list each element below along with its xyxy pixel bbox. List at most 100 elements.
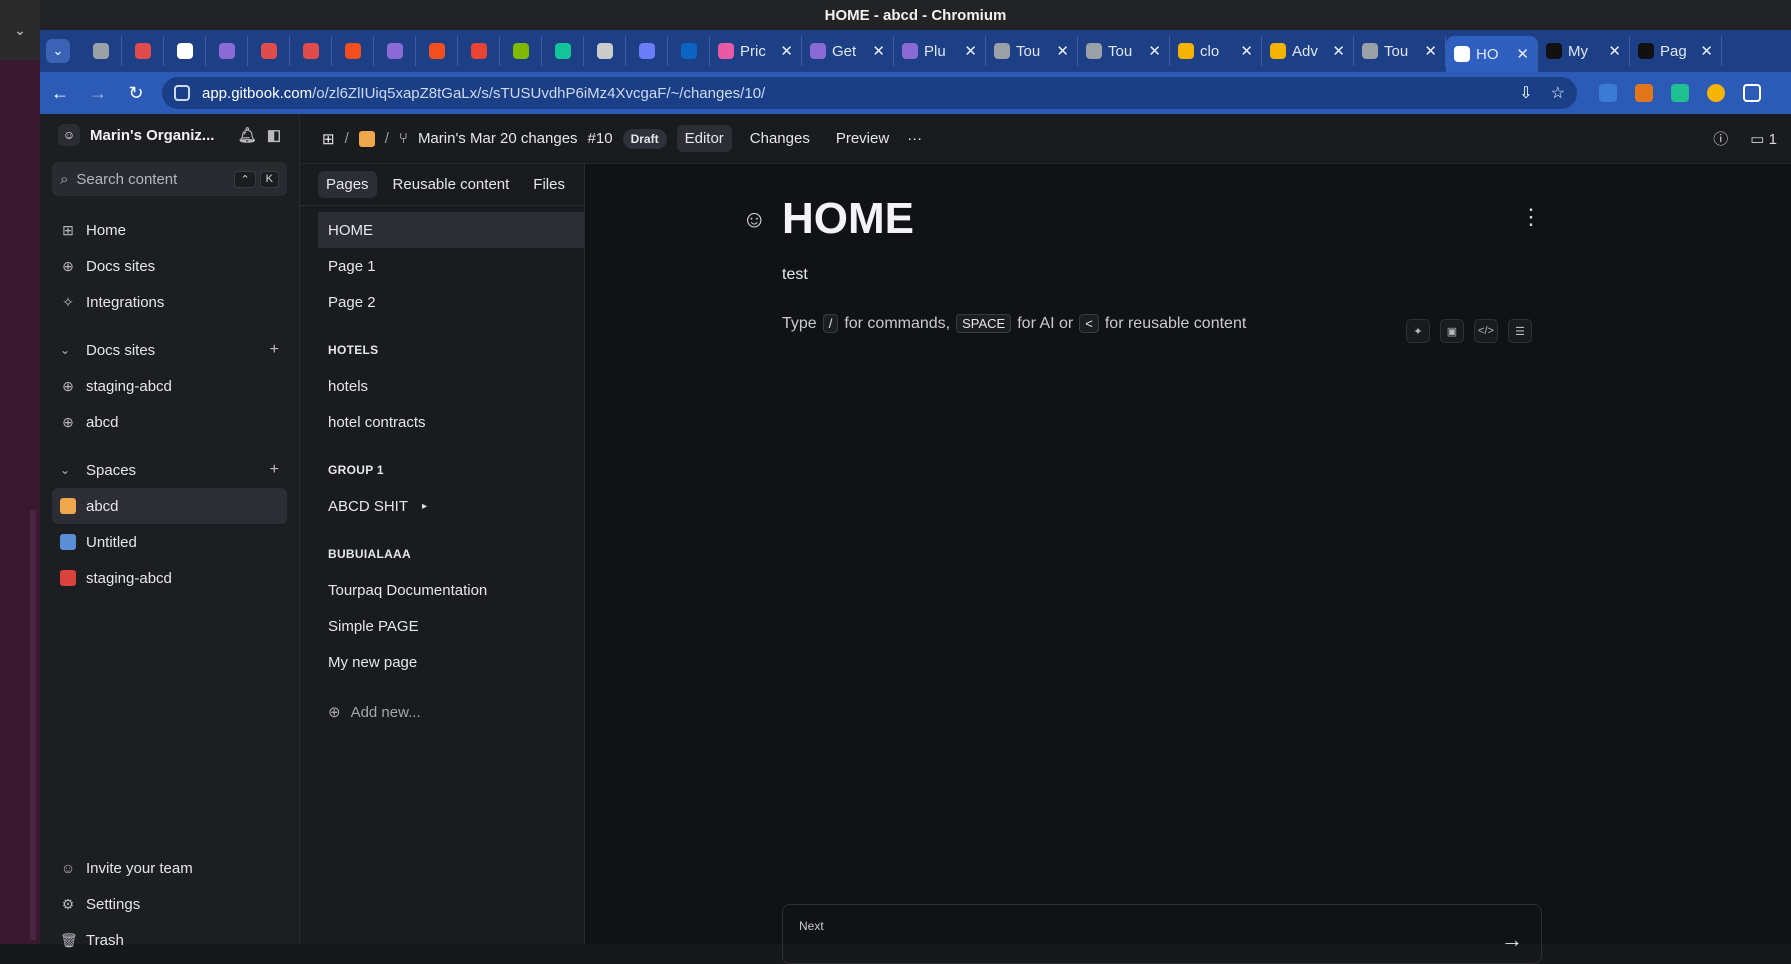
back-icon[interactable]: ← [48, 83, 72, 104]
browser-tab[interactable] [122, 36, 164, 66]
browser-tab[interactable]: Tou ✕ [1078, 36, 1170, 66]
browser-tab[interactable]: HO ✕ [1446, 36, 1538, 72]
page-item[interactable]: Tourpaq Documentation [300, 572, 584, 608]
browser-tab[interactable]: clo ✕ [1170, 36, 1262, 66]
browser-tab[interactable]: Tou ✕ [986, 36, 1078, 66]
caret-right-icon[interactable]: ▸ [422, 501, 427, 512]
spaces-section[interactable]: ⌄ Spaces + [52, 452, 287, 488]
sidebar-item-space[interactable]: staging-abcd [52, 560, 287, 596]
browser-tab[interactable]: My ✕ [1538, 36, 1630, 66]
metamask-icon[interactable] [1635, 84, 1653, 102]
search-input[interactable]: ⌕ Search content ⌃ K [52, 162, 287, 196]
page-description[interactable]: test [782, 266, 1542, 284]
browser-tab[interactable] [374, 36, 416, 66]
browser-tab[interactable] [458, 36, 500, 66]
sidebar-item-docs-site[interactable]: ⊕ abcd [52, 404, 287, 440]
page-item[interactable]: hotel contracts [300, 404, 584, 440]
browser-tab[interactable]: Tou ✕ [1354, 36, 1446, 66]
sidebar-item-space[interactable]: Untitled [52, 524, 287, 560]
tab-close-icon[interactable]: ✕ [1056, 42, 1069, 60]
code-icon[interactable]: </> [1474, 319, 1498, 343]
page-item[interactable]: Simple PAGE [300, 608, 584, 644]
bookmark-star-icon[interactable]: ☆ [1551, 83, 1565, 103]
site-info-icon[interactable] [174, 85, 190, 101]
tab-files[interactable]: Files [525, 171, 573, 198]
tab-close-icon[interactable]: ✕ [1148, 42, 1161, 60]
browser-tab[interactable] [248, 36, 290, 66]
browser-tab[interactable] [584, 36, 626, 66]
more-icon[interactable]: ··· [907, 130, 922, 147]
site-icon[interactable]: ⊞ [322, 130, 335, 148]
tab-close-icon[interactable]: ✕ [872, 42, 885, 60]
page-item[interactable]: Page 1 [300, 248, 584, 284]
list-icon[interactable]: ☰ [1508, 319, 1532, 343]
org-switcher[interactable]: ☺ Marin's Organiz... 🔔︎ ◧ [52, 114, 287, 156]
install-app-icon[interactable]: ⇩ [1519, 83, 1532, 103]
browser-tab[interactable] [290, 36, 332, 66]
space-icon[interactable] [358, 130, 375, 147]
browser-tab[interactable] [164, 36, 206, 66]
url-field[interactable]: app.gitbook.com/o/zl6ZlIUiq5xapZ8tGaLx/s… [162, 77, 1577, 109]
add-icon[interactable]: + [270, 341, 279, 359]
change-request-title[interactable]: Marin's Mar 20 changes [418, 130, 578, 147]
tab-close-icon[interactable]: ✕ [964, 42, 977, 60]
browser-tab[interactable] [500, 36, 542, 66]
sidebar-item-docs-site[interactable]: ⊕ staging-abcd [52, 368, 287, 404]
extension-icon[interactable] [1671, 84, 1689, 102]
dark-mode-icon[interactable] [1707, 84, 1725, 102]
invite-team-button[interactable]: ☺ Invite your team [52, 850, 287, 886]
sidebar-item-integrations[interactable]: ✧ Integrations [52, 284, 287, 320]
puzzle-icon[interactable] [1743, 84, 1761, 102]
bell-icon[interactable]: 🔔︎ [238, 126, 257, 144]
react-devtools-icon[interactable] [1599, 84, 1617, 102]
tab-close-icon[interactable]: ✕ [1516, 45, 1529, 63]
browser-tab[interactable] [206, 36, 248, 66]
add-icon[interactable]: + [270, 461, 279, 479]
tab-close-icon[interactable]: ✕ [1332, 42, 1345, 60]
page-item[interactable]: ABCD SHIT ▸ [300, 488, 584, 524]
page-item[interactable]: hotels [300, 368, 584, 404]
comments-button[interactable]: ▭ 1 [1750, 130, 1777, 148]
browser-tab[interactable] [626, 36, 668, 66]
os-menu-chevron-icon[interactable]: ⌄ [0, 0, 40, 60]
reload-icon[interactable]: ↻ [124, 83, 148, 104]
tab-reusable-content[interactable]: Reusable content [385, 171, 518, 198]
browser-tab[interactable]: Plu ✕ [894, 36, 986, 66]
browser-tab[interactable] [542, 36, 584, 66]
settings-button[interactable]: ⚙ Settings [52, 886, 287, 922]
emoji-picker-icon[interactable]: ☺ [742, 206, 767, 234]
browser-tab[interactable] [80, 36, 122, 66]
page-item[interactable]: My new page [300, 644, 584, 680]
tab-close-icon[interactable]: ✕ [1240, 42, 1253, 60]
tab-pages[interactable]: Pages [318, 171, 377, 198]
sidebar-item-docs-sites[interactable]: ⊕ Docs sites [52, 248, 287, 284]
tab-search-chevron-icon[interactable]: ⌄ [46, 39, 70, 63]
forward-icon[interactable]: → [86, 83, 110, 104]
add-new-page-button[interactable]: ⊕ Add new... [300, 694, 584, 730]
info-icon[interactable]: ⓘ [1713, 128, 1728, 149]
browser-tab[interactable]: Pag ✕ [1630, 36, 1722, 66]
tab-close-icon[interactable]: ✕ [1608, 42, 1621, 60]
browser-tab[interactable]: Adv ✕ [1262, 36, 1354, 66]
page-options-icon[interactable]: ⋮ [1520, 204, 1542, 230]
next-page-card[interactable]: Next → [782, 904, 1542, 964]
browser-tab[interactable] [332, 36, 374, 66]
tab-editor[interactable]: Editor [676, 125, 732, 152]
tab-close-icon[interactable]: ✕ [1700, 42, 1713, 60]
browser-tab[interactable]: Pric ✕ [710, 36, 802, 66]
browser-tab[interactable] [416, 36, 458, 66]
ai-sparkle-icon[interactable]: ✦ [1406, 319, 1430, 343]
page-title[interactable]: HOME [782, 194, 914, 244]
tab-close-icon[interactable]: ✕ [780, 42, 793, 60]
browser-tab[interactable] [668, 36, 710, 66]
image-icon[interactable]: ▣ [1440, 319, 1464, 343]
collapse-sidebar-icon[interactable]: ◧ [267, 126, 281, 144]
trash-button[interactable]: 🗑︎ Trash [52, 922, 287, 958]
sidebar-item-space[interactable]: abcd [52, 488, 287, 524]
tab-close-icon[interactable]: ✕ [1424, 42, 1437, 60]
page-item-home[interactable]: HOME [318, 212, 584, 248]
page-item[interactable]: Page 2 [300, 284, 584, 320]
sidebar-item-home[interactable]: ⊞ Home [52, 212, 287, 248]
tab-changes[interactable]: Changes [742, 125, 818, 152]
browser-tab[interactable]: Get ✕ [802, 36, 894, 66]
